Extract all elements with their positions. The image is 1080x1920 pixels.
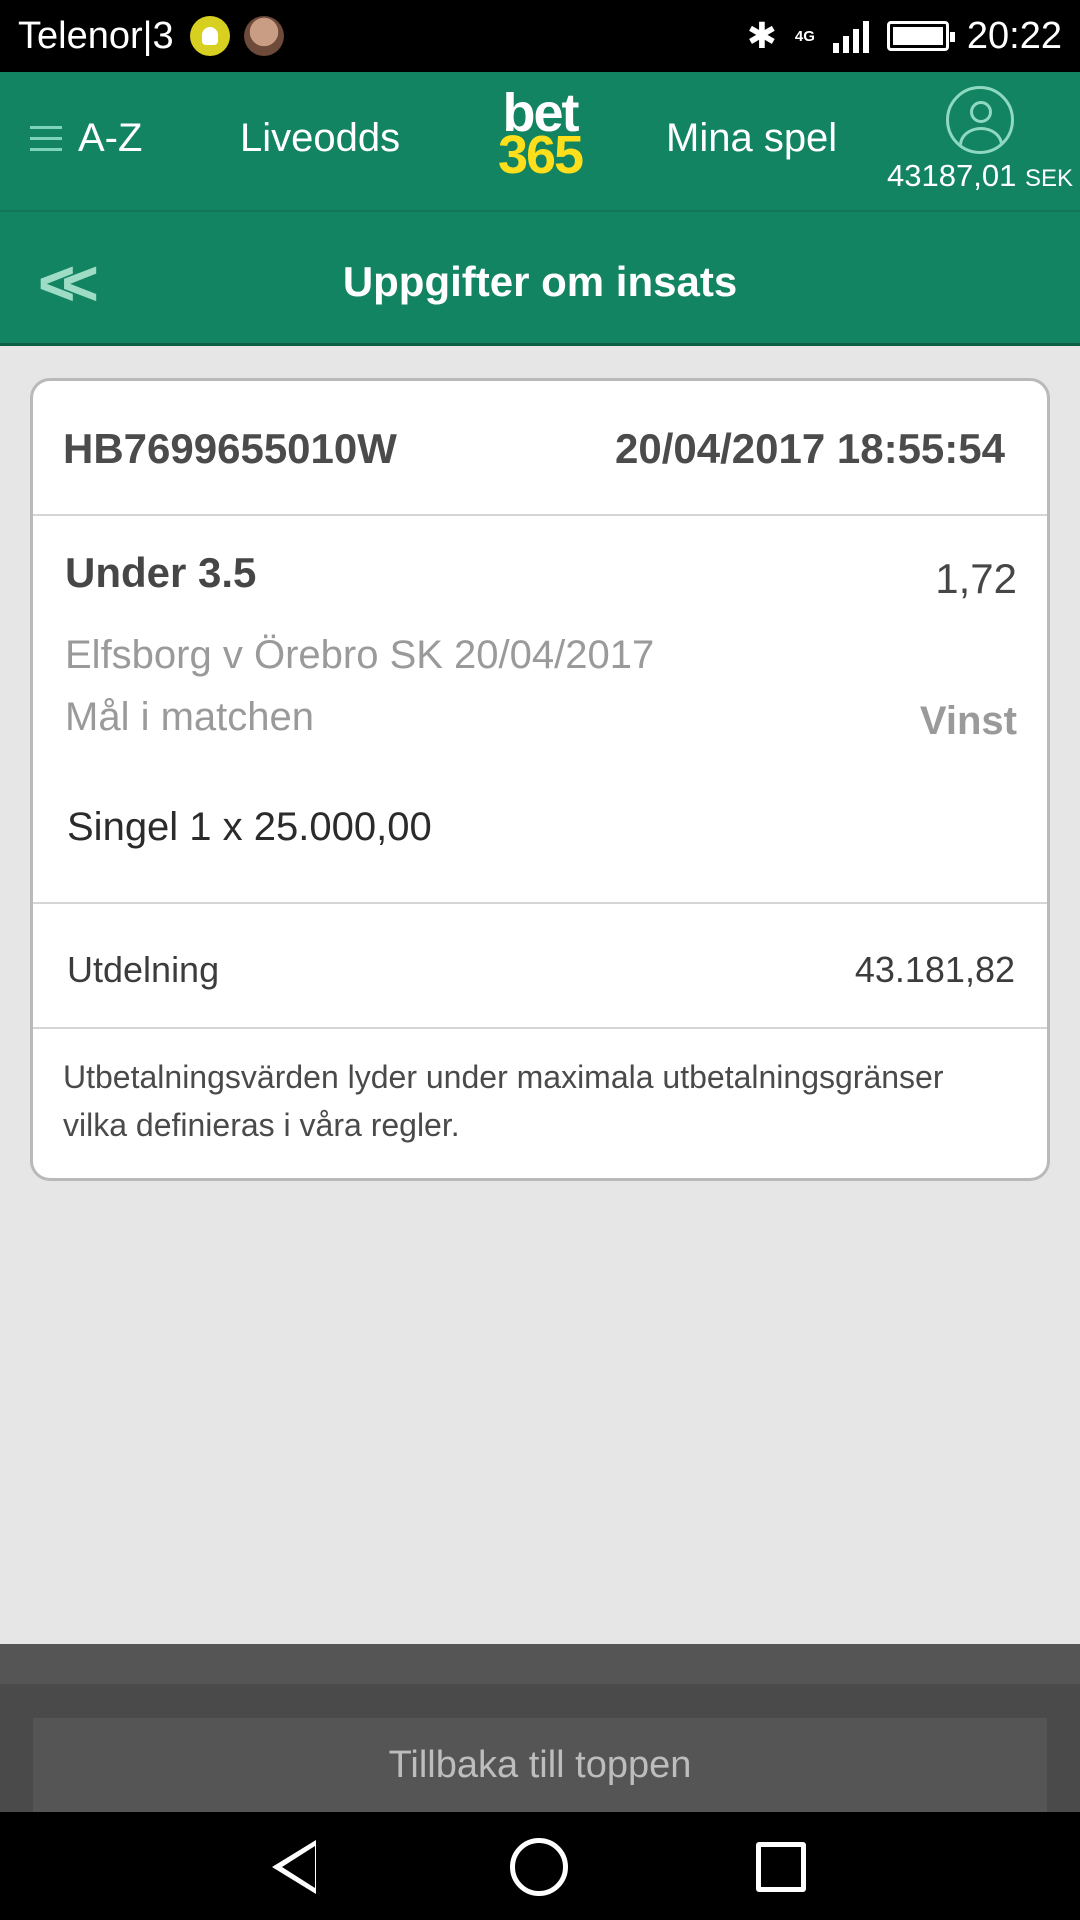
bet-event: Elfsborg v Örebro SK 20/04/2017 (65, 633, 655, 677)
contact-notification-icon (243, 16, 284, 56)
hamburger-icon (30, 126, 62, 151)
network-type-icon: 4G (794, 27, 815, 45)
bet-stake: Singel 1 x 25.000,00 (67, 805, 432, 849)
divider (33, 902, 1047, 904)
carrier-name: Telenor|3 (18, 14, 174, 57)
account-button[interactable]: 43187,01 SEK (880, 86, 1080, 194)
app-header: A-Z Liveodds bet 365 Mina spel 43187,01 … (0, 72, 1080, 212)
bet-selection: Under 3.5 (65, 549, 257, 596)
battery-icon (886, 21, 955, 51)
payout-value: 43.181,82 (854, 949, 1015, 990)
bet-market: Mål i matchen (65, 695, 314, 739)
page-subheader: << Uppgifter om insats (0, 212, 1080, 346)
footer-strip (0, 1644, 1080, 1684)
back-to-top-button[interactable]: Tillbaka till toppen (33, 1718, 1047, 1812)
clock: 20:22 (966, 14, 1062, 57)
az-menu-label: A-Z (78, 116, 143, 160)
recent-apps-square-icon[interactable] (756, 1842, 806, 1892)
status-bar: Telenor|3 ✱ 4G 20:22 (0, 0, 1080, 72)
back-triangle-icon[interactable] (272, 1840, 316, 1894)
payout-disclaimer: Utbetalningsvärden lyder under maximala … (63, 1059, 944, 1143)
divider (33, 1027, 1047, 1029)
page-title: Uppgifter om insats (342, 258, 738, 305)
home-circle-icon[interactable] (510, 1838, 568, 1896)
bet-odds: 1,72 (935, 555, 1017, 602)
divider (33, 514, 1047, 516)
user-icon (946, 86, 1014, 154)
account-balance: 43187,01 SEK (887, 158, 1073, 193)
bet-details-card: HB7699655010W 20/04/2017 18:55:54 Under … (30, 378, 1050, 1181)
my-bets-link[interactable]: Mina spel (666, 116, 837, 161)
footer: Tillbaka till toppen (0, 1684, 1080, 1812)
bluetooth-icon: ✱ (746, 15, 777, 56)
bet-result-badge: Vinst (919, 699, 1017, 743)
bet-datetime: 20/04/2017 18:55:54 (615, 425, 1005, 472)
system-navigation-bar (0, 1812, 1080, 1920)
bet365-logo[interactable]: bet 365 (487, 86, 593, 185)
payout-label: Utdelning (67, 949, 220, 990)
snapchat-notification-icon (189, 16, 230, 56)
signal-strength-icon (832, 19, 869, 53)
bet-reference: HB7699655010W (63, 425, 397, 472)
currency-label: SEK (1024, 165, 1073, 192)
liveodds-link[interactable]: Liveodds (240, 116, 400, 161)
az-menu-button[interactable]: A-Z (30, 116, 142, 161)
logo-text-bottom: 365 (497, 125, 584, 185)
